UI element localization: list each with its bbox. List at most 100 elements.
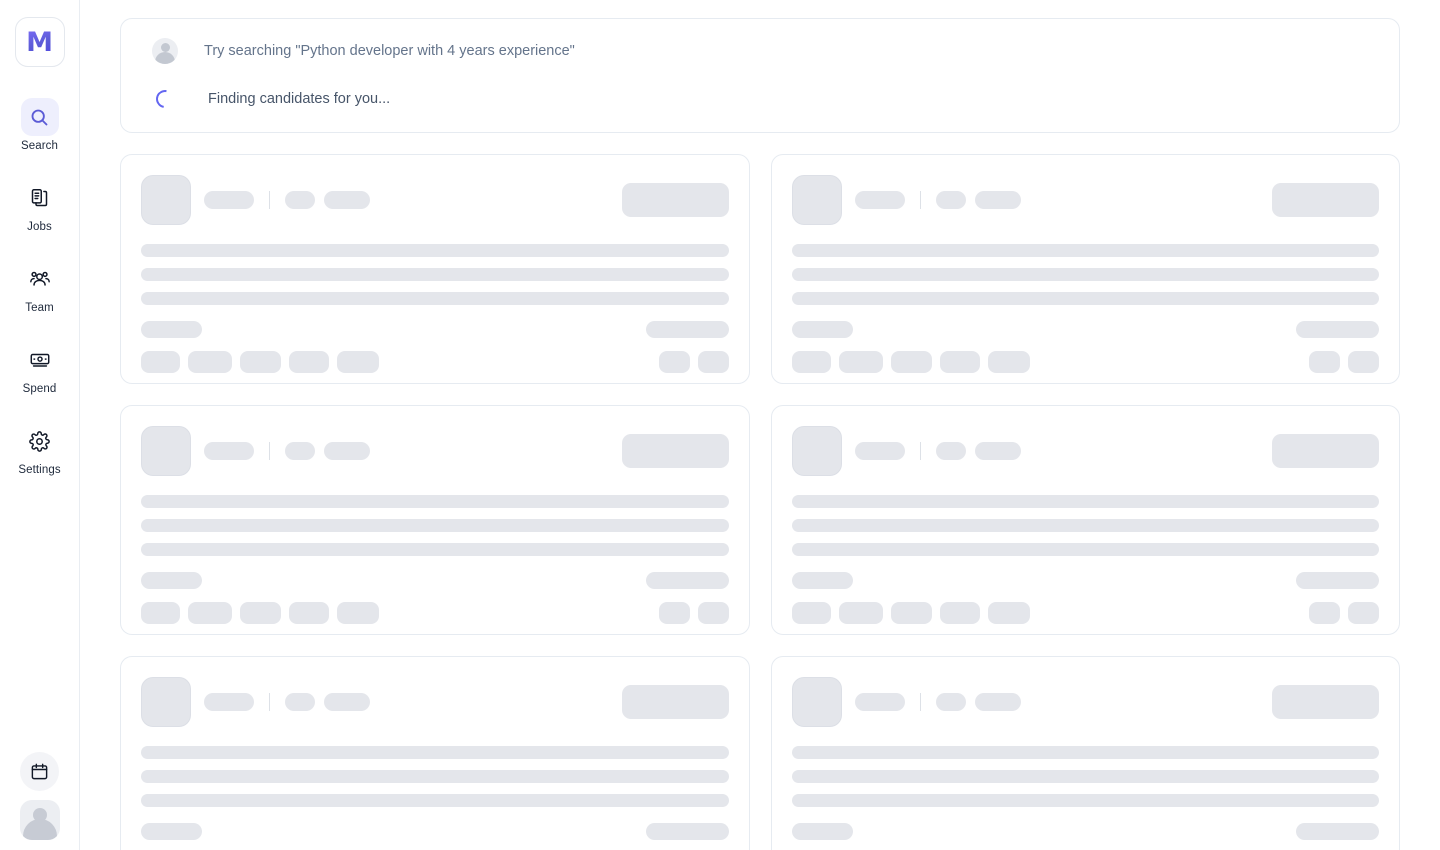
skeleton-tags-right — [658, 602, 729, 624]
skeleton-tags-left — [791, 351, 1030, 373]
skeleton-line — [791, 543, 1379, 556]
skeleton-card-header — [791, 677, 1379, 727]
skeleton-line — [141, 543, 729, 556]
user-avatar[interactable] — [19, 800, 60, 840]
skeleton-line — [791, 244, 1379, 257]
skeleton-line — [141, 292, 729, 305]
skeleton-footer — [791, 823, 1379, 840]
skeleton-avatar — [141, 677, 191, 727]
assistant-suggestion-text: Try searching "Python developer with 4 y… — [204, 43, 575, 59]
skeleton-meta — [935, 693, 966, 711]
skeleton-footer-left — [141, 321, 202, 338]
skeleton-meta — [935, 191, 966, 209]
sidebar-item-jobs[interactable]: Jobs — [0, 179, 79, 234]
skeleton-line — [791, 794, 1379, 807]
skeleton-body — [791, 746, 1379, 807]
skeleton-meta — [285, 442, 315, 460]
main-content: Try searching "Python developer with 4 y… — [80, 0, 1440, 850]
skeleton-divider — [269, 693, 270, 711]
skeleton-tag — [188, 351, 232, 373]
app-root: M Search Jobs Team Spend Settings Try se… — [0, 0, 1440, 850]
skeleton-body — [141, 746, 729, 807]
skeleton-tag — [697, 602, 729, 624]
skeleton-card-header — [141, 677, 729, 727]
skeleton-card-header — [141, 426, 729, 476]
avatar-head — [160, 43, 170, 52]
calendar-icon[interactable] — [20, 752, 59, 791]
sidebar-item-label-jobs: Jobs — [27, 221, 52, 233]
skeleton-tags — [141, 602, 729, 624]
loading-spinner-icon — [152, 86, 178, 112]
skeleton-tag — [987, 351, 1030, 373]
skeleton-name — [204, 191, 254, 209]
skeleton-tags-right — [658, 351, 729, 373]
skeleton-card — [120, 154, 750, 384]
skeleton-tag — [188, 602, 232, 624]
app-logo[interactable]: M — [14, 17, 65, 67]
skeleton-avatar — [791, 175, 842, 225]
skeleton-footer-right — [645, 321, 729, 338]
sidebar-item-settings[interactable]: Settings — [0, 422, 79, 477]
skeleton-divider — [919, 442, 921, 460]
skeleton-meta — [285, 191, 315, 209]
skeleton-tag — [240, 602, 281, 624]
skeleton-footer-left — [791, 823, 853, 840]
sidebar-item-label-search: Search — [20, 140, 59, 152]
skeleton-footer-left — [791, 572, 853, 589]
skeleton-meta — [974, 442, 1021, 460]
sidebar-item-search[interactable]: Search — [0, 98, 79, 153]
skeleton-footer-right — [1296, 823, 1379, 840]
skeleton-footer-right — [1296, 321, 1379, 338]
assistant-suggestion-row: Try searching "Python developer with 4 y… — [141, 36, 1379, 66]
skeleton-name — [854, 442, 905, 460]
skeleton-meta — [974, 191, 1021, 209]
skeleton-avatar — [791, 677, 842, 727]
skeleton-footer-right — [645, 572, 729, 589]
skeleton-tag — [337, 351, 379, 373]
skeleton-avatar — [141, 426, 191, 476]
skeleton-meta — [285, 693, 315, 711]
skeleton-tag — [141, 602, 180, 624]
skeleton-card — [770, 154, 1400, 384]
skeleton-avatar — [791, 426, 842, 476]
skeleton-line — [141, 770, 729, 783]
skeleton-tag — [791, 602, 831, 624]
skeleton-tags-left — [791, 602, 1030, 624]
sidebar-item-label-spend: Spend — [22, 383, 57, 395]
sidebar-item-team[interactable]: Team — [0, 260, 79, 315]
skeleton-tags — [141, 351, 729, 373]
skeleton-tags-left — [141, 602, 379, 624]
skeleton-tags-right — [1309, 602, 1379, 624]
skeleton-name — [204, 442, 254, 460]
skeleton-tags-left — [141, 351, 379, 373]
assistant-status-text: Finding candidates for you... — [208, 91, 391, 107]
skeleton-tag — [289, 351, 329, 373]
skeleton-line — [141, 268, 729, 281]
skeleton-action-button — [1272, 183, 1379, 217]
skeleton-tag — [1348, 351, 1379, 373]
skeleton-footer-left — [141, 823, 202, 840]
assistant-status-row: Finding candidates for you... — [141, 84, 1379, 114]
skeleton-tag — [240, 351, 281, 373]
skeleton-tag — [838, 351, 883, 373]
skeleton-footer-left — [141, 572, 202, 589]
sidebar-item-spend[interactable]: Spend — [0, 341, 79, 396]
skeleton-tag — [697, 351, 729, 373]
skeleton-card — [120, 656, 750, 850]
sidebar-nav: Search Jobs Team Spend Settings — [0, 98, 79, 503]
skeleton-meta — [974, 693, 1021, 711]
sidebar-item-label-settings: Settings — [18, 464, 61, 476]
skeleton-tag — [141, 351, 180, 373]
skeleton-body — [791, 495, 1379, 556]
skeleton-tags — [791, 351, 1379, 373]
skeleton-card — [120, 405, 750, 635]
skeleton-footer-left — [791, 321, 853, 338]
assistant-banner: Try searching "Python developer with 4 y… — [120, 18, 1400, 133]
skeleton-tag — [939, 602, 980, 624]
skeleton-tag — [987, 602, 1030, 624]
gear-icon — [21, 422, 59, 460]
skeleton-footer — [141, 572, 729, 589]
avatar-body — [22, 819, 57, 840]
skeleton-body — [791, 244, 1379, 305]
skeleton-tag — [337, 602, 379, 624]
